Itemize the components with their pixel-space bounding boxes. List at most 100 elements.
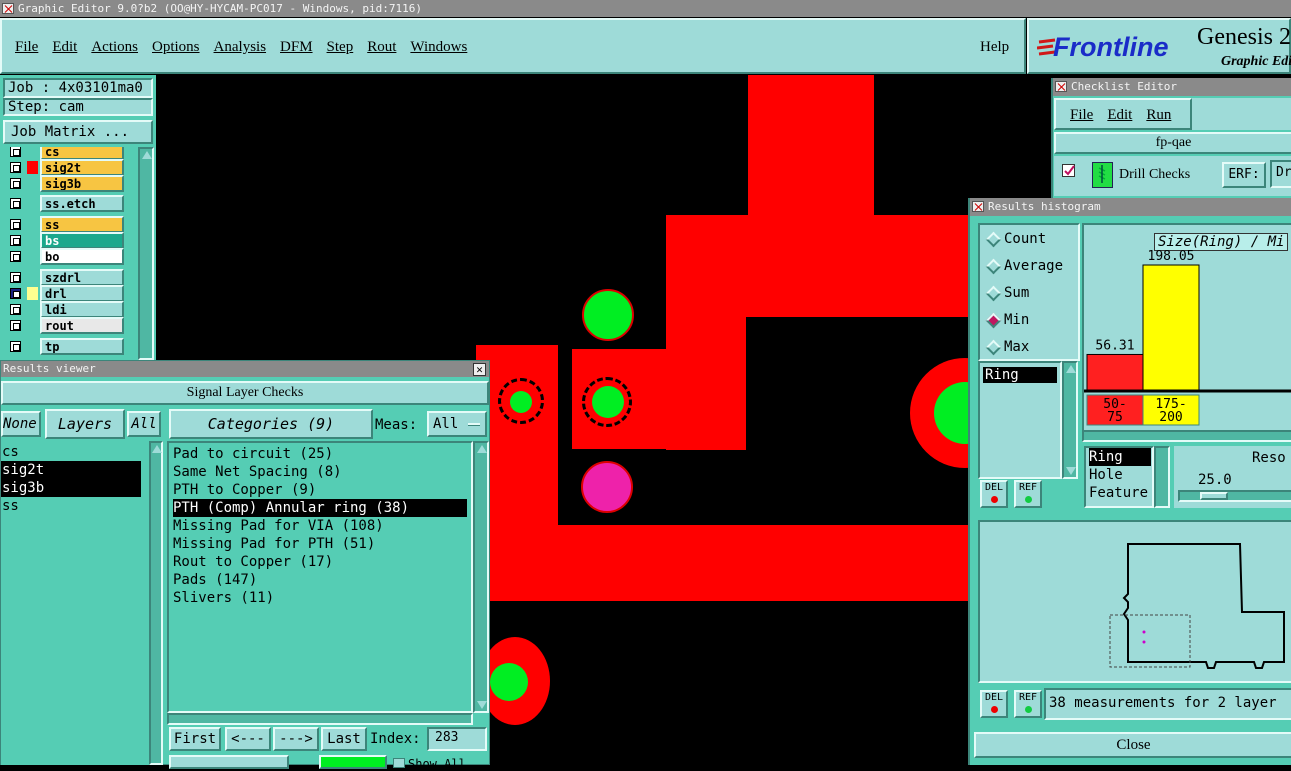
result-layer-item[interactable]: cs <box>1 443 141 461</box>
layer-visibility-checkbox[interactable] <box>10 147 21 157</box>
attribute-list[interactable]: Ring Hole Feature <box>1084 446 1154 508</box>
last-button[interactable]: Last <box>321 727 367 751</box>
menu-help[interactable]: Help <box>980 39 1009 56</box>
mode-radio-min[interactable]: Min <box>980 310 1078 332</box>
layer-button-szdrl[interactable]: szdrl <box>40 269 124 286</box>
category-item[interactable]: PTH to Copper (9) <box>173 481 467 499</box>
layer-visibility-checkbox[interactable] <box>10 251 21 262</box>
layer-button-sig3b[interactable]: sig3b <box>40 175 124 192</box>
category-item[interactable]: Pad to circuit (25) <box>173 445 467 463</box>
scroll-up-arrow-icon[interactable] <box>1066 365 1076 373</box>
meas-select[interactable]: All <box>427 411 487 437</box>
menu-file[interactable]: File <box>15 39 38 56</box>
resolution-slider-thumb[interactable] <box>1200 492 1228 500</box>
category-item[interactable]: Missing Pad for VIA (108) <box>173 517 467 535</box>
category-scrollbar[interactable] <box>473 441 489 713</box>
menu-step[interactable]: Step <box>327 39 354 56</box>
index-input[interactable]: 283 <box>427 727 487 751</box>
histogram-h-scrollbar[interactable] <box>1082 430 1291 442</box>
layer-visibility-checkbox[interactable] <box>10 272 21 283</box>
menu-analysis[interactable]: Analysis <box>214 39 267 56</box>
ref-button[interactable]: REF <box>1014 480 1042 508</box>
checklist-menu-file[interactable]: File <box>1070 107 1093 123</box>
layer-visibility-checkbox[interactable] <box>10 219 21 230</box>
scroll-up-arrow-icon[interactable] <box>477 445 487 453</box>
mode-radio-max[interactable]: Max <box>980 337 1078 359</box>
layer-button-ldi[interactable]: ldi <box>40 301 124 318</box>
layer-button-sig2t[interactable]: sig2t <box>40 159 124 176</box>
mode-radio-average[interactable]: Average <box>980 256 1078 278</box>
layer-scrollbar[interactable] <box>138 147 154 360</box>
show-all-checkbox[interactable] <box>393 758 405 768</box>
menu-edit[interactable]: Edit <box>52 39 77 56</box>
close-icon[interactable] <box>1055 81 1067 92</box>
layer-visibility-checkbox[interactable] <box>10 341 21 352</box>
checklist-menu-edit[interactable]: Edit <box>1107 107 1132 123</box>
close-button[interactable]: Close <box>974 732 1291 758</box>
board-preview[interactable] <box>978 520 1291 683</box>
layer-visibility-checkbox[interactable] <box>10 178 21 189</box>
scroll-up-arrow-icon[interactable] <box>152 445 162 453</box>
zoom-button[interactable] <box>169 755 289 769</box>
erf-button[interactable]: ERF: <box>1222 162 1266 188</box>
categories-button[interactable]: Categories (9) <box>169 409 373 439</box>
erf-field[interactable]: Dr <box>1270 160 1291 188</box>
mode-radio-sum[interactable]: Sum <box>980 283 1078 305</box>
check-item-row[interactable]: Drill Checks ERF: Dr <box>1054 156 1291 196</box>
layer-button-tp[interactable]: tp <box>40 338 124 355</box>
menu-actions[interactable]: Actions <box>91 39 138 56</box>
layer-visibility-checkbox[interactable] <box>10 162 21 173</box>
job-matrix-button[interactable]: Job Matrix ... <box>3 120 153 144</box>
measure-item-ring[interactable]: Ring <box>983 367 1057 383</box>
layer-results-scrollbar[interactable] <box>149 441 163 765</box>
result-layer-item[interactable]: ss <box>1 497 141 515</box>
prev-button[interactable]: <--- <box>225 727 271 751</box>
del-button[interactable]: DEL <box>980 480 1008 508</box>
layer-visibility-checkbox[interactable] <box>10 320 21 331</box>
next-button[interactable]: ---> <box>273 727 319 751</box>
close-icon[interactable] <box>2 3 14 14</box>
scroll-down-arrow-icon[interactable] <box>1066 467 1076 475</box>
layer-color-swatch[interactable] <box>27 161 38 174</box>
category-item[interactable]: PTH (Comp) Annular ring (38) <box>173 499 467 517</box>
layer-results-list[interactable]: cs sig2t sig3b ss <box>1 441 149 765</box>
menu-options[interactable]: Options <box>152 39 200 56</box>
none-button[interactable]: None <box>1 411 41 437</box>
attr-feature[interactable]: Feature <box>1089 484 1152 502</box>
attr-ring[interactable]: Ring <box>1089 448 1151 466</box>
resolution-slider[interactable] <box>1178 490 1291 502</box>
menu-rout[interactable]: Rout <box>367 39 396 56</box>
histogram-bar[interactable] <box>1086 353 1144 391</box>
checklist-menu-run[interactable]: Run <box>1146 107 1171 123</box>
measure-list[interactable]: Ring <box>978 361 1062 479</box>
category-h-scrollbar[interactable] <box>167 713 473 725</box>
category-item[interactable]: Pads (147) <box>173 571 467 589</box>
category-item[interactable]: Missing Pad for PTH (51) <box>173 535 467 553</box>
ref-button[interactable]: REF <box>1014 690 1042 718</box>
measure-scrollbar[interactable] <box>1062 361 1078 479</box>
layer-visibility-checkbox[interactable] <box>10 304 21 315</box>
layers-button[interactable]: Layers <box>45 409 125 439</box>
layer-button-rout[interactable]: rout <box>40 317 124 334</box>
check-enabled-checkbox[interactable] <box>1062 164 1075 177</box>
all-layers-button[interactable]: All <box>127 411 161 437</box>
layer-button-bo[interactable]: bo <box>40 248 124 265</box>
category-item[interactable]: Slivers (11) <box>173 589 467 607</box>
layer-button-ss[interactable]: ss <box>40 216 124 233</box>
result-layer-item[interactable]: sig2t <box>1 461 141 479</box>
histogram-bar[interactable] <box>1142 264 1200 391</box>
result-layer-item[interactable]: sig3b <box>1 479 141 497</box>
layer-button-bs[interactable]: bs <box>40 232 124 249</box>
layer-visibility-checkbox[interactable] <box>10 288 21 299</box>
menu-dfm[interactable]: DFM <box>280 39 313 56</box>
color-swatch-button[interactable] <box>319 755 387 769</box>
attr-hole[interactable]: Hole <box>1089 466 1152 484</box>
layer-button-ss.etch[interactable]: ss.etch <box>40 195 124 212</box>
scroll-down-arrow-icon[interactable] <box>477 701 487 709</box>
category-list[interactable]: Pad to circuit (25) Same Net Spacing (8) P… <box>169 445 469 707</box>
layer-visibility-checkbox[interactable] <box>10 235 21 246</box>
results-viewer-close-button[interactable]: ✕ <box>473 363 486 376</box>
layer-visibility-checkbox[interactable] <box>10 198 21 209</box>
close-icon[interactable] <box>972 201 984 212</box>
menu-windows[interactable]: Windows <box>410 39 467 56</box>
